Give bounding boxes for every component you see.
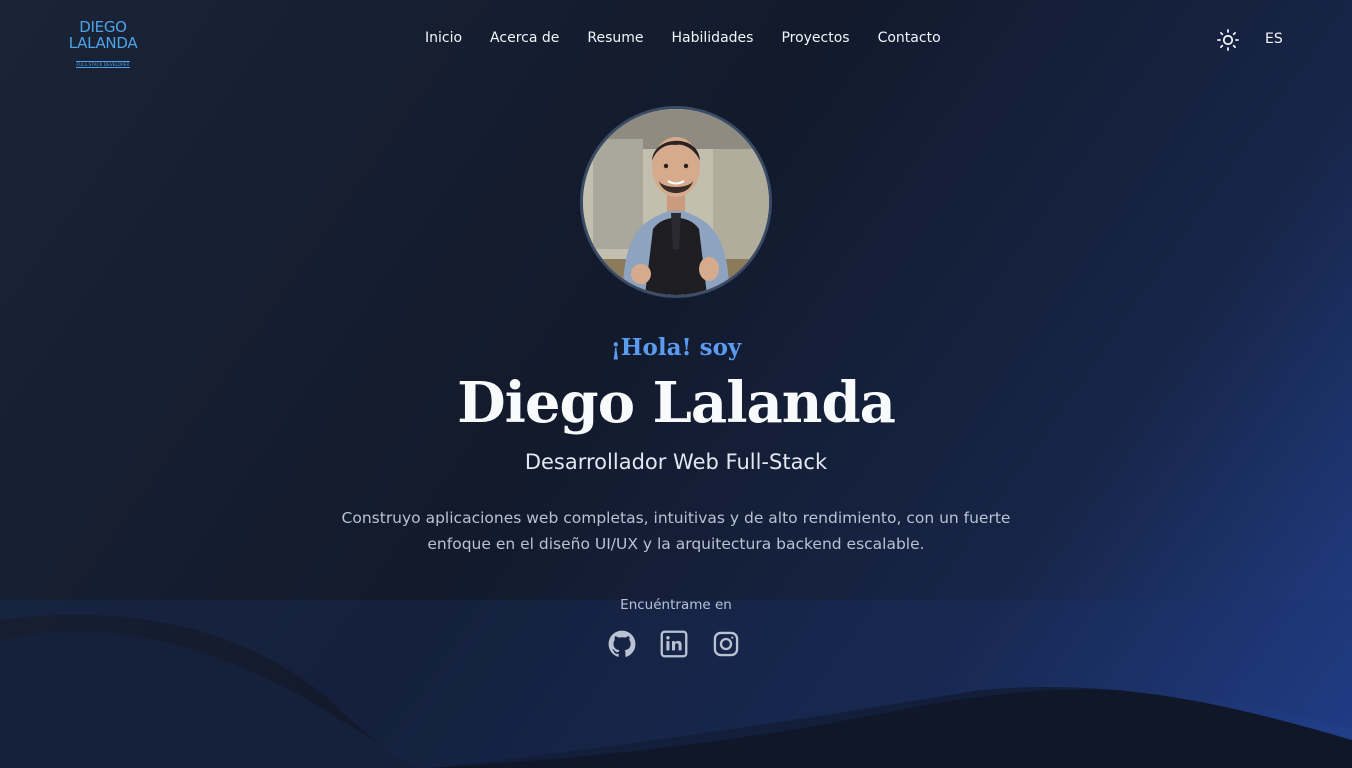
logo-line-1: DIEGO xyxy=(79,18,127,36)
site-header: DIEGO LALANDA FULL-STACK DEVELOPER Inici… xyxy=(0,0,1352,78)
main-nav: Inicio Acerca de Resume Habilidades Proy… xyxy=(425,30,969,46)
find-me-label: Encuéntrame en xyxy=(620,597,732,613)
nav-item-proyectos[interactable]: Proyectos xyxy=(781,30,849,46)
hero-name: Diego Lalanda xyxy=(457,370,896,436)
social-links xyxy=(608,630,740,658)
language-switcher[interactable]: ES xyxy=(1265,31,1283,47)
background-wave xyxy=(0,600,1352,768)
hero-role: Desarrollador Web Full-Stack xyxy=(524,450,828,474)
hero-description: Construyo aplicaciones web completas, in… xyxy=(341,509,1011,553)
nav-item-resume[interactable]: Resume xyxy=(587,30,643,46)
logo-tagline: FULL-STACK DEVELOPER xyxy=(75,61,131,68)
profile-photo xyxy=(580,106,772,298)
logo[interactable]: DIEGO LALANDA FULL-STACK DEVELOPER xyxy=(60,19,146,70)
nav-item-habilidades[interactable]: Habilidades xyxy=(672,30,754,46)
hero-greeting: ¡Hola! soy xyxy=(610,334,742,361)
instagram-icon[interactable] xyxy=(712,630,740,658)
nav-item-acerca-de[interactable]: Acerca de xyxy=(490,30,559,46)
linkedin-icon[interactable] xyxy=(660,630,688,658)
nav-item-contacto[interactable]: Contacto xyxy=(878,30,941,46)
sun-icon[interactable] xyxy=(1216,28,1240,52)
github-icon[interactable] xyxy=(608,630,636,658)
logo-line-2: LALANDA xyxy=(68,34,138,52)
nav-item-inicio[interactable]: Inicio xyxy=(425,30,462,46)
